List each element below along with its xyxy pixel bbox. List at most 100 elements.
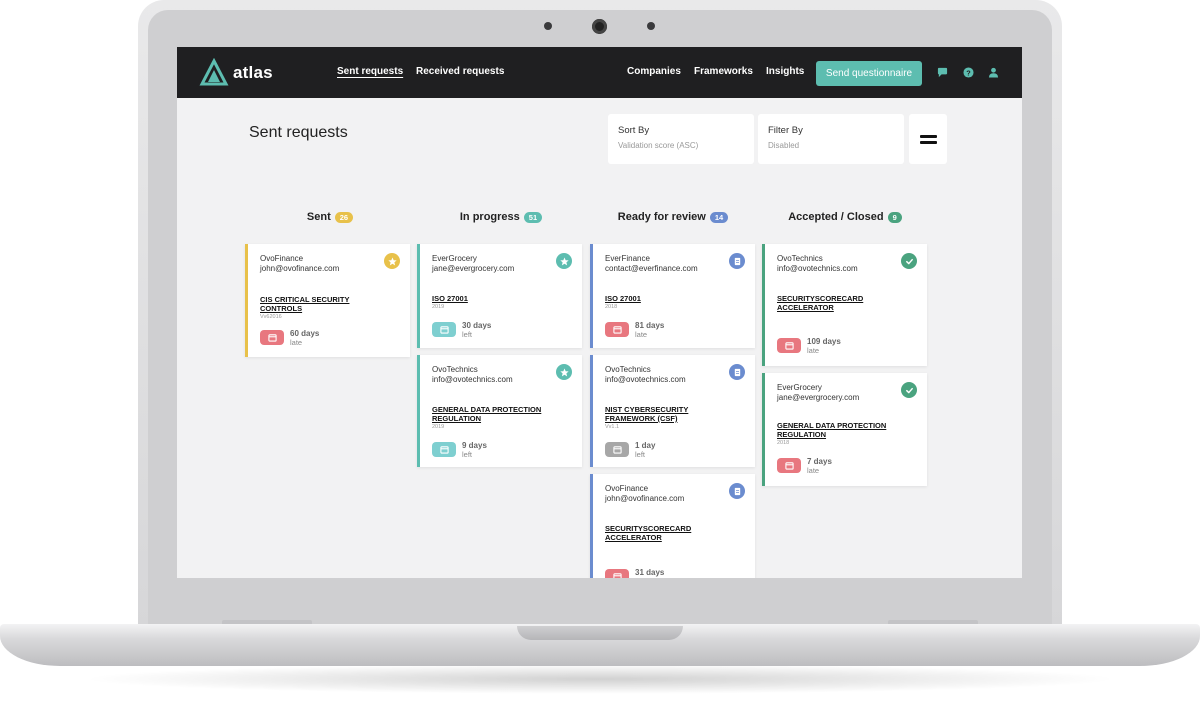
card-days: 60 days bbox=[290, 329, 320, 338]
card-framework-link[interactable]: NIST CYBERSECURITY FRAMEWORK (CSF) bbox=[605, 405, 735, 423]
card-company: OvoFinance bbox=[605, 484, 649, 493]
card-days: 7 days bbox=[807, 457, 832, 466]
request-card[interactable]: OvoTechnics info@ovotechnics.com GENERAL… bbox=[417, 355, 582, 467]
filter-value: Disabled bbox=[768, 141, 800, 150]
card-email: john@ovofinance.com bbox=[605, 494, 685, 503]
request-card[interactable]: OvoTechnics info@ovotechnics.com SECURIT… bbox=[762, 244, 927, 366]
card-days-label: late bbox=[807, 346, 820, 355]
user-icon[interactable] bbox=[988, 67, 999, 78]
page-title: Sent requests bbox=[249, 124, 348, 141]
card-days-label: left bbox=[462, 450, 473, 459]
calendar-icon bbox=[605, 569, 629, 578]
nav-received-requests[interactable]: Received requests bbox=[416, 66, 504, 77]
card-company: EverFinance bbox=[605, 254, 650, 263]
nav-insights[interactable]: Insights bbox=[766, 66, 804, 77]
card-company: OvoFinance bbox=[260, 254, 304, 263]
sensor-dot bbox=[544, 22, 552, 30]
request-card[interactable]: EverFinance contact@everfinance.com ISO … bbox=[590, 244, 755, 348]
card-company: OvoTechnics bbox=[777, 254, 823, 263]
calendar-icon bbox=[260, 330, 284, 345]
column-count-badge: 26 bbox=[334, 211, 354, 223]
card-email: contact@everfinance.com bbox=[605, 264, 698, 273]
menu-bar bbox=[919, 140, 937, 144]
card-days: 81 days bbox=[635, 321, 665, 330]
card-framework-link[interactable]: SECURITYSCORECARD ACCELERATOR bbox=[777, 294, 907, 312]
nav-frameworks[interactable]: Frameworks bbox=[694, 66, 753, 77]
card-company: OvoTechnics bbox=[605, 365, 651, 374]
calendar-icon bbox=[432, 322, 456, 337]
card-framework-link[interactable]: ISO 27001 bbox=[605, 294, 735, 303]
card-email: john@ovofinance.com bbox=[260, 264, 340, 273]
check-icon[interactable] bbox=[901, 253, 917, 269]
logo-text: atlas bbox=[233, 63, 273, 82]
star-icon[interactable] bbox=[556, 364, 572, 380]
card-email: jane@evergrocery.com bbox=[777, 393, 860, 402]
card-framework-link[interactable]: SECURITYSCORECARD ACCELERATOR bbox=[605, 524, 735, 542]
card-framework-link[interactable]: GENERAL DATA PROTECTION REGULATION bbox=[432, 405, 562, 423]
card-version: 2018 bbox=[777, 440, 790, 446]
card-days-label: late bbox=[807, 466, 820, 475]
card-email: info@ovotechnics.com bbox=[432, 375, 513, 384]
sort-label: Sort By bbox=[618, 125, 650, 136]
column-header-sent: Sent 26 bbox=[247, 211, 413, 223]
check-icon[interactable] bbox=[901, 382, 917, 398]
nav-companies[interactable]: Companies bbox=[627, 66, 681, 77]
card-version: Vv1.1 bbox=[605, 424, 620, 430]
document-icon[interactable] bbox=[729, 364, 745, 380]
laptop-shadow bbox=[80, 664, 1120, 694]
calendar-icon bbox=[777, 338, 801, 353]
laptop-notch bbox=[517, 626, 683, 640]
request-card[interactable]: OvoTechnics info@ovotechnics.com NIST CY… bbox=[590, 355, 755, 467]
document-icon[interactable] bbox=[729, 483, 745, 499]
card-framework-link[interactable]: GENERAL DATA PROTECTION REGULATION bbox=[777, 421, 907, 439]
card-version: 2019 bbox=[432, 424, 445, 430]
card-framework-link[interactable]: ISO 27001 bbox=[432, 294, 562, 303]
request-card[interactable]: OvoFinance john@ovofinance.com CIS CRITI… bbox=[245, 244, 410, 357]
column-title: Sent bbox=[306, 211, 331, 223]
card-email: info@ovotechnics.com bbox=[777, 264, 858, 273]
card-company: EverGrocery bbox=[777, 383, 822, 392]
column-header-in-progress: In progress 51 bbox=[418, 211, 584, 223]
send-questionnaire-button[interactable]: Send questionnaire bbox=[816, 61, 922, 86]
calendar-icon bbox=[605, 322, 629, 337]
request-card[interactable]: OvoFinance john@ovofinance.com SECURITYS… bbox=[590, 474, 755, 578]
chat-icon[interactable] bbox=[937, 67, 948, 78]
request-card[interactable]: EverGrocery jane@evergrocery.com ISO 270… bbox=[417, 244, 582, 348]
card-version: 2019 bbox=[432, 304, 445, 310]
calendar-icon bbox=[605, 442, 629, 457]
sort-value: Validation score (ASC) bbox=[618, 141, 699, 150]
column-count-badge: 14 bbox=[709, 211, 729, 223]
view-toggle-button[interactable] bbox=[909, 114, 947, 164]
card-email: info@ovotechnics.com bbox=[605, 375, 686, 384]
menu-bar bbox=[919, 134, 937, 138]
column-title: Accepted / Closed bbox=[788, 211, 884, 223]
column-header-ready-for-review: Ready for review 14 bbox=[590, 211, 756, 223]
card-email: jane@evergrocery.com bbox=[432, 264, 515, 273]
help-icon[interactable]: ? bbox=[963, 67, 974, 78]
filter-label: Filter By bbox=[768, 125, 803, 136]
nav-sent-requests[interactable]: Sent requests bbox=[337, 66, 403, 77]
star-icon[interactable] bbox=[384, 253, 400, 269]
filter-dropdown[interactable]: Filter By Disabled bbox=[758, 114, 904, 164]
column-count-badge: 9 bbox=[887, 211, 902, 223]
request-card[interactable]: EverGrocery jane@evergrocery.com GENERAL… bbox=[762, 373, 927, 486]
card-days-label: left bbox=[462, 330, 473, 339]
top-navigation: atlas Sent requests Received requests Co… bbox=[177, 47, 1022, 98]
logo[interactable]: atlas bbox=[199, 58, 273, 88]
star-icon[interactable] bbox=[556, 253, 572, 269]
card-framework-link[interactable]: CIS CRITICAL SECURITY CONTROLS bbox=[260, 295, 390, 313]
card-days: 9 days bbox=[462, 441, 487, 450]
document-icon[interactable] bbox=[729, 253, 745, 269]
column-title: In progress bbox=[459, 211, 520, 223]
card-days: 1 day bbox=[635, 441, 656, 450]
card-days: 30 days bbox=[462, 321, 492, 330]
webcam bbox=[592, 19, 607, 34]
card-company: OvoTechnics bbox=[432, 365, 478, 374]
sort-dropdown[interactable]: Sort By Validation score (ASC) bbox=[608, 114, 754, 164]
column-header-accepted-closed: Accepted / Closed 9 bbox=[762, 211, 928, 223]
atlas-logo-icon bbox=[199, 58, 229, 86]
column-count-badge: 51 bbox=[523, 211, 543, 223]
column-title: Ready for review bbox=[617, 211, 706, 223]
calendar-icon bbox=[432, 442, 456, 457]
svg-text:?: ? bbox=[966, 68, 971, 77]
